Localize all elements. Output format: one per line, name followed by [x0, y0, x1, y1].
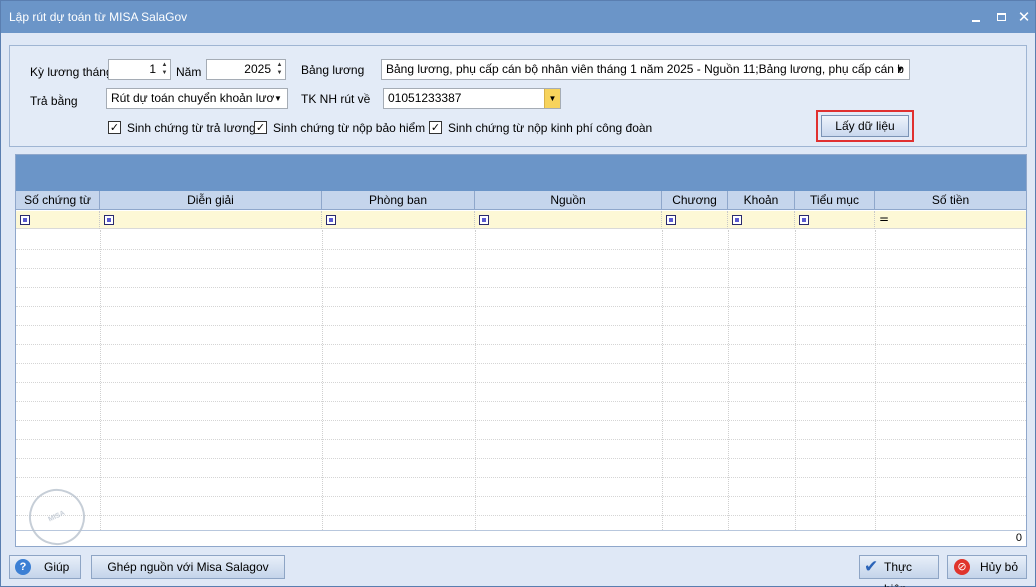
- filter-khoan[interactable]: [728, 211, 795, 229]
- filter-icon[interactable]: [799, 215, 809, 225]
- spin-arrows-icon[interactable]: ▲ ▼: [275, 61, 284, 78]
- filter-panel: Kỳ lương tháng 1 ▲ ▼ Năm 2025 ▲ ▼ Bảng lươ…: [9, 45, 1027, 147]
- bang-luong-label: Bảng lương: [301, 63, 365, 77]
- filter-dien-giai[interactable]: [100, 211, 322, 229]
- col-dien-giai[interactable]: Diễn giải: [100, 191, 322, 210]
- col-phong-ban[interactable]: Phòng ban: [322, 191, 475, 210]
- maximize-icon[interactable]: [991, 7, 1011, 27]
- ky-luong-label: Kỳ lương tháng: [30, 65, 113, 79]
- grid-body[interactable]: [16, 230, 1026, 530]
- grid-column-line: [728, 230, 729, 530]
- cancel-button[interactable]: ⊘ Hủy bỏ: [947, 555, 1027, 579]
- col-tieu-muc[interactable]: Tiểu mục: [795, 191, 875, 210]
- filter-icon[interactable]: [666, 215, 676, 225]
- spin-arrows-icon[interactable]: ▲ ▼: [160, 61, 169, 78]
- help-icon: ?: [15, 559, 31, 575]
- help-button[interactable]: ? Giúp: [9, 555, 81, 579]
- filter-so-chung-tu[interactable]: [16, 211, 100, 229]
- chevron-down-icon[interactable]: ▼: [272, 89, 284, 108]
- tra-bang-value: Rút dự toán chuyển khoản lươ: [111, 91, 275, 105]
- checkbox-bao-hiem-label: Sinh chứng từ nộp bảo hiểm: [273, 121, 426, 135]
- tra-bang-label: Trả bằng: [30, 94, 78, 108]
- grid-filter-row: =: [16, 211, 1026, 229]
- grid-header: Số chứng từ Diễn giải Phòng ban Nguồn Ch…: [16, 191, 1026, 210]
- close-icon[interactable]: ✕: [1014, 7, 1034, 27]
- ky-luong-value: 1: [149, 62, 156, 76]
- checkbox-bao-hiem[interactable]: ✓: [254, 121, 267, 134]
- col-khoan[interactable]: Khoản: [728, 191, 795, 210]
- checkbox-tra-luong[interactable]: ✓: [108, 121, 121, 134]
- fetch-data-button[interactable]: Lấy dữ liệu: [821, 115, 909, 137]
- cancel-icon: ⊘: [954, 559, 970, 575]
- filter-icon[interactable]: [20, 215, 30, 225]
- filter-phong-ban[interactable]: [322, 211, 475, 229]
- grid-column-line: [100, 230, 101, 530]
- grid-column-line: [662, 230, 663, 530]
- tk-nh-label: TK NH rút về: [301, 92, 371, 106]
- filter-icon[interactable]: [326, 215, 336, 225]
- nam-label: Năm: [176, 65, 202, 79]
- checkbox-cong-doan-label: Sinh chứng từ nộp kinh phí công đoàn: [448, 121, 653, 135]
- col-nguon[interactable]: Nguồn: [475, 191, 662, 210]
- filter-tieu-muc[interactable]: [795, 211, 875, 229]
- nam-value: 2025: [244, 62, 271, 76]
- window-title: Lập rút dự toán từ MISA SalaGov: [9, 10, 188, 24]
- filter-nguon[interactable]: [475, 211, 662, 229]
- cancel-button-label: Hủy bỏ: [980, 560, 1019, 574]
- tk-nh-select[interactable]: 01051233387 ▼: [383, 88, 561, 109]
- help-button-label: Giúp: [44, 560, 70, 574]
- grid-footer: 0: [16, 530, 1026, 546]
- title-bar: Lập rút dự toán từ MISA SalaGov ✕: [1, 1, 1035, 33]
- filter-icon[interactable]: [479, 215, 489, 225]
- filter-so-tien[interactable]: =: [875, 211, 1026, 229]
- dialog-window: Lập rút dự toán từ MISA SalaGov ✕ Kỳ lươ…: [0, 0, 1036, 587]
- fetch-highlight: Lấy dữ liệu: [816, 110, 914, 142]
- voucher-grid: Số chứng từ Diễn giải Phòng ban Nguồn Ch…: [15, 154, 1027, 547]
- grid-column-line: [322, 230, 323, 530]
- col-so-tien[interactable]: Số tiền: [875, 191, 1026, 210]
- filter-icon[interactable]: [732, 215, 742, 225]
- dropdown-arrow-icon[interactable]: ▼: [544, 89, 560, 108]
- execute-button[interactable]: ✔ Thực hiện: [859, 555, 939, 587]
- tra-bang-select[interactable]: Rút dự toán chuyển khoản lươ ▼: [106, 88, 288, 109]
- grid-group-band: [16, 155, 1026, 191]
- total-amount: 0: [1015, 532, 1022, 544]
- checkbox-tra-luong-label: Sinh chứng từ trả lương: [127, 121, 256, 135]
- nam-stepper[interactable]: 2025 ▲ ▼: [206, 59, 286, 80]
- grid-column-line: [875, 230, 876, 530]
- col-so-chung-tu[interactable]: Số chứng từ: [16, 191, 100, 210]
- ky-luong-stepper[interactable]: 1 ▲ ▼: [108, 59, 171, 80]
- grid-column-line: [795, 230, 796, 530]
- chevron-down-icon[interactable]: ▼: [894, 60, 906, 79]
- grid-column-line: [475, 230, 476, 530]
- filter-chuong[interactable]: [662, 211, 728, 229]
- bang-luong-select[interactable]: Bảng lương, phụ cấp cán bộ nhân viên thá…: [381, 59, 910, 80]
- execute-button-label: Thực hiện: [884, 560, 913, 587]
- tk-nh-value: 01051233387: [388, 91, 462, 105]
- checkbox-cong-doan[interactable]: ✓: [429, 121, 442, 134]
- checkmark-icon: ✔: [864, 557, 879, 577]
- col-chuong[interactable]: Chương: [662, 191, 728, 210]
- filter-icon[interactable]: [104, 215, 114, 225]
- equals-filter-icon[interactable]: =: [879, 212, 889, 226]
- merge-source-button[interactable]: Ghép nguồn với Misa Salagov: [91, 555, 285, 579]
- bang-luong-value: Bảng lương, phụ cấp cán bộ nhân viên thá…: [386, 62, 904, 76]
- minimize-icon[interactable]: [966, 7, 986, 27]
